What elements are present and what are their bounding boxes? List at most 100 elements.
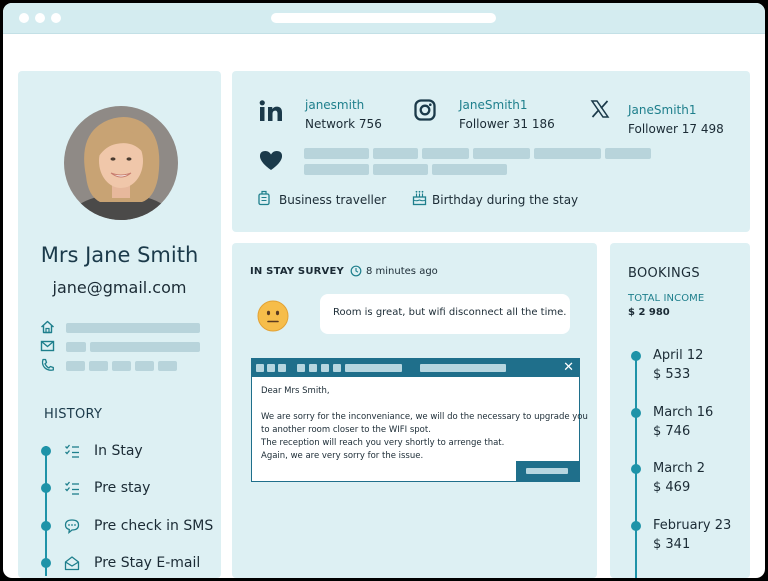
guest-name: Mrs Jane Smith — [40, 243, 199, 267]
guest-message-bubble: Room is great, but wifi disconnect all t… — [320, 294, 570, 334]
booking-dot — [631, 521, 641, 531]
phone-placeholder-b — [89, 361, 108, 371]
toolbar-placeholder — [297, 364, 305, 372]
total-income-label: TOTAL INCOME — [628, 293, 705, 304]
interest-placeholder — [473, 148, 530, 159]
checklist-icon — [65, 444, 79, 458]
interest-placeholder — [304, 164, 369, 175]
window-titlebar — [3, 3, 765, 34]
guest-message-text: Room is great, but wifi disconnect all t… — [333, 307, 567, 318]
send-button-label-placeholder — [526, 468, 568, 474]
send-button[interactable] — [516, 461, 579, 481]
booking-dot — [631, 351, 641, 361]
x-followers: Follower 17 498 — [628, 122, 724, 136]
reply-line: Again, we are very sorry for the issue. — [261, 451, 424, 461]
phone-icon — [41, 358, 54, 371]
phone-placeholder-a — [66, 361, 85, 371]
booking-date[interactable]: February 23 — [653, 518, 731, 533]
survey-timestamp: 8 minutes ago — [366, 266, 438, 277]
cake-icon — [412, 190, 427, 206]
phone-placeholder-d — [135, 361, 154, 371]
phone-placeholder-c — [112, 361, 131, 371]
browser-window: Mrs Jane Smith jane@gmail.com HISTORY In… — [3, 3, 765, 578]
booking-date[interactable]: March 16 — [653, 405, 713, 420]
history-timeline — [45, 446, 47, 576]
email-placeholder-a — [66, 342, 86, 352]
history-item-in-stay[interactable]: In Stay — [94, 443, 143, 459]
booking-amount: $ 469 — [653, 480, 691, 495]
survey-title: IN STAY SURVEY — [250, 266, 344, 277]
guest-email: jane@gmail.com — [52, 278, 187, 297]
reply-line: to another room closer to the WIFI spot. — [261, 425, 431, 435]
instagram-icon[interactable] — [414, 99, 436, 121]
x-handle[interactable]: JaneSmith1 — [628, 103, 696, 117]
toolbar-placeholder — [278, 364, 286, 372]
phone-placeholder-e — [158, 361, 177, 371]
bookings-title: BOOKINGS — [628, 266, 700, 281]
close-icon[interactable]: ✕ — [563, 360, 574, 376]
interest-placeholder — [422, 148, 469, 159]
toolbar-placeholder — [321, 364, 329, 372]
history-item-pre-check-in-sms[interactable]: Pre check in SMS — [94, 518, 213, 534]
linkedin-handle[interactable]: janesmith — [305, 98, 364, 112]
booking-date[interactable]: April 12 — [653, 348, 703, 363]
toolbar-placeholder — [309, 364, 317, 372]
instagram-followers: Follower 31 186 — [459, 117, 555, 131]
reply-line: The reception will reach you very shortl… — [261, 438, 505, 448]
booking-amount: $ 746 — [653, 424, 691, 439]
chat-bubble-icon — [64, 519, 80, 534]
reply-email-header: ✕ — [252, 359, 579, 377]
interest-placeholder — [373, 148, 418, 159]
guest-profile-panel: Mrs Jane Smith jane@gmail.com HISTORY In… — [18, 71, 221, 578]
mail-icon — [40, 340, 55, 352]
address-placeholder — [66, 323, 200, 333]
social-panel: janesmith Network 756 JaneSmith1 Followe… — [232, 71, 750, 232]
toolbar-placeholder — [345, 364, 402, 372]
interest-placeholder — [605, 148, 651, 159]
heart-icon — [259, 151, 283, 170]
total-income-value: $ 2 980 — [628, 307, 670, 318]
bookings-panel: BOOKINGS TOTAL INCOME $ 2 980 April 12 $… — [610, 243, 750, 578]
tag-birthday: Birthday during the stay — [432, 193, 579, 207]
reply-email-window: ✕ Dear Mrs Smith, We are sorry for the i… — [251, 358, 588, 482]
instagram-handle[interactable]: JaneSmith1 — [459, 98, 527, 112]
interest-placeholder — [304, 148, 369, 159]
tag-business-traveller: Business traveller — [279, 193, 387, 207]
toolbar-placeholder — [420, 364, 506, 372]
history-dot — [41, 558, 51, 568]
booking-date[interactable]: March 2 — [653, 461, 705, 476]
email-placeholder-b — [90, 342, 200, 352]
linkedin-network: Network 756 — [305, 117, 382, 131]
booking-dot — [631, 464, 641, 474]
window-dot-close[interactable] — [19, 13, 29, 23]
interest-placeholder — [432, 164, 507, 175]
history-title: HISTORY — [44, 407, 103, 422]
window-dot-minimize[interactable] — [35, 13, 45, 23]
history-item-pre-stay-email[interactable]: Pre Stay E-mail — [94, 555, 200, 571]
envelope-icon — [64, 556, 80, 571]
booking-amount: $ 341 — [653, 537, 691, 552]
interest-placeholder — [534, 148, 601, 159]
checklist-icon — [65, 481, 79, 495]
clock-icon — [350, 265, 362, 277]
reply-line: We are sorry for the inconveniance, we w… — [261, 412, 588, 422]
history-dot — [41, 483, 51, 493]
toolbar-placeholder — [267, 364, 275, 372]
history-dot — [41, 521, 51, 531]
booking-amount: $ 533 — [653, 367, 691, 382]
booking-dot — [631, 408, 641, 418]
toolbar-placeholder — [256, 364, 264, 372]
interest-placeholder — [373, 164, 428, 175]
address-bar[interactable] — [271, 13, 496, 23]
window-dot-maximize[interactable] — [51, 13, 61, 23]
x-logo-icon[interactable] — [590, 99, 610, 119]
luggage-icon — [258, 190, 270, 206]
linkedin-icon[interactable] — [259, 100, 283, 122]
history-dot — [41, 446, 51, 456]
history-item-pre-stay[interactable]: Pre stay — [94, 480, 150, 496]
toolbar-placeholder — [333, 364, 341, 372]
reply-line: Dear Mrs Smith, — [261, 386, 330, 396]
home-icon — [41, 320, 54, 334]
in-stay-survey-panel: IN STAY SURVEY 8 minutes ago Room is gre… — [232, 243, 597, 578]
neutral-face-icon — [257, 300, 289, 332]
